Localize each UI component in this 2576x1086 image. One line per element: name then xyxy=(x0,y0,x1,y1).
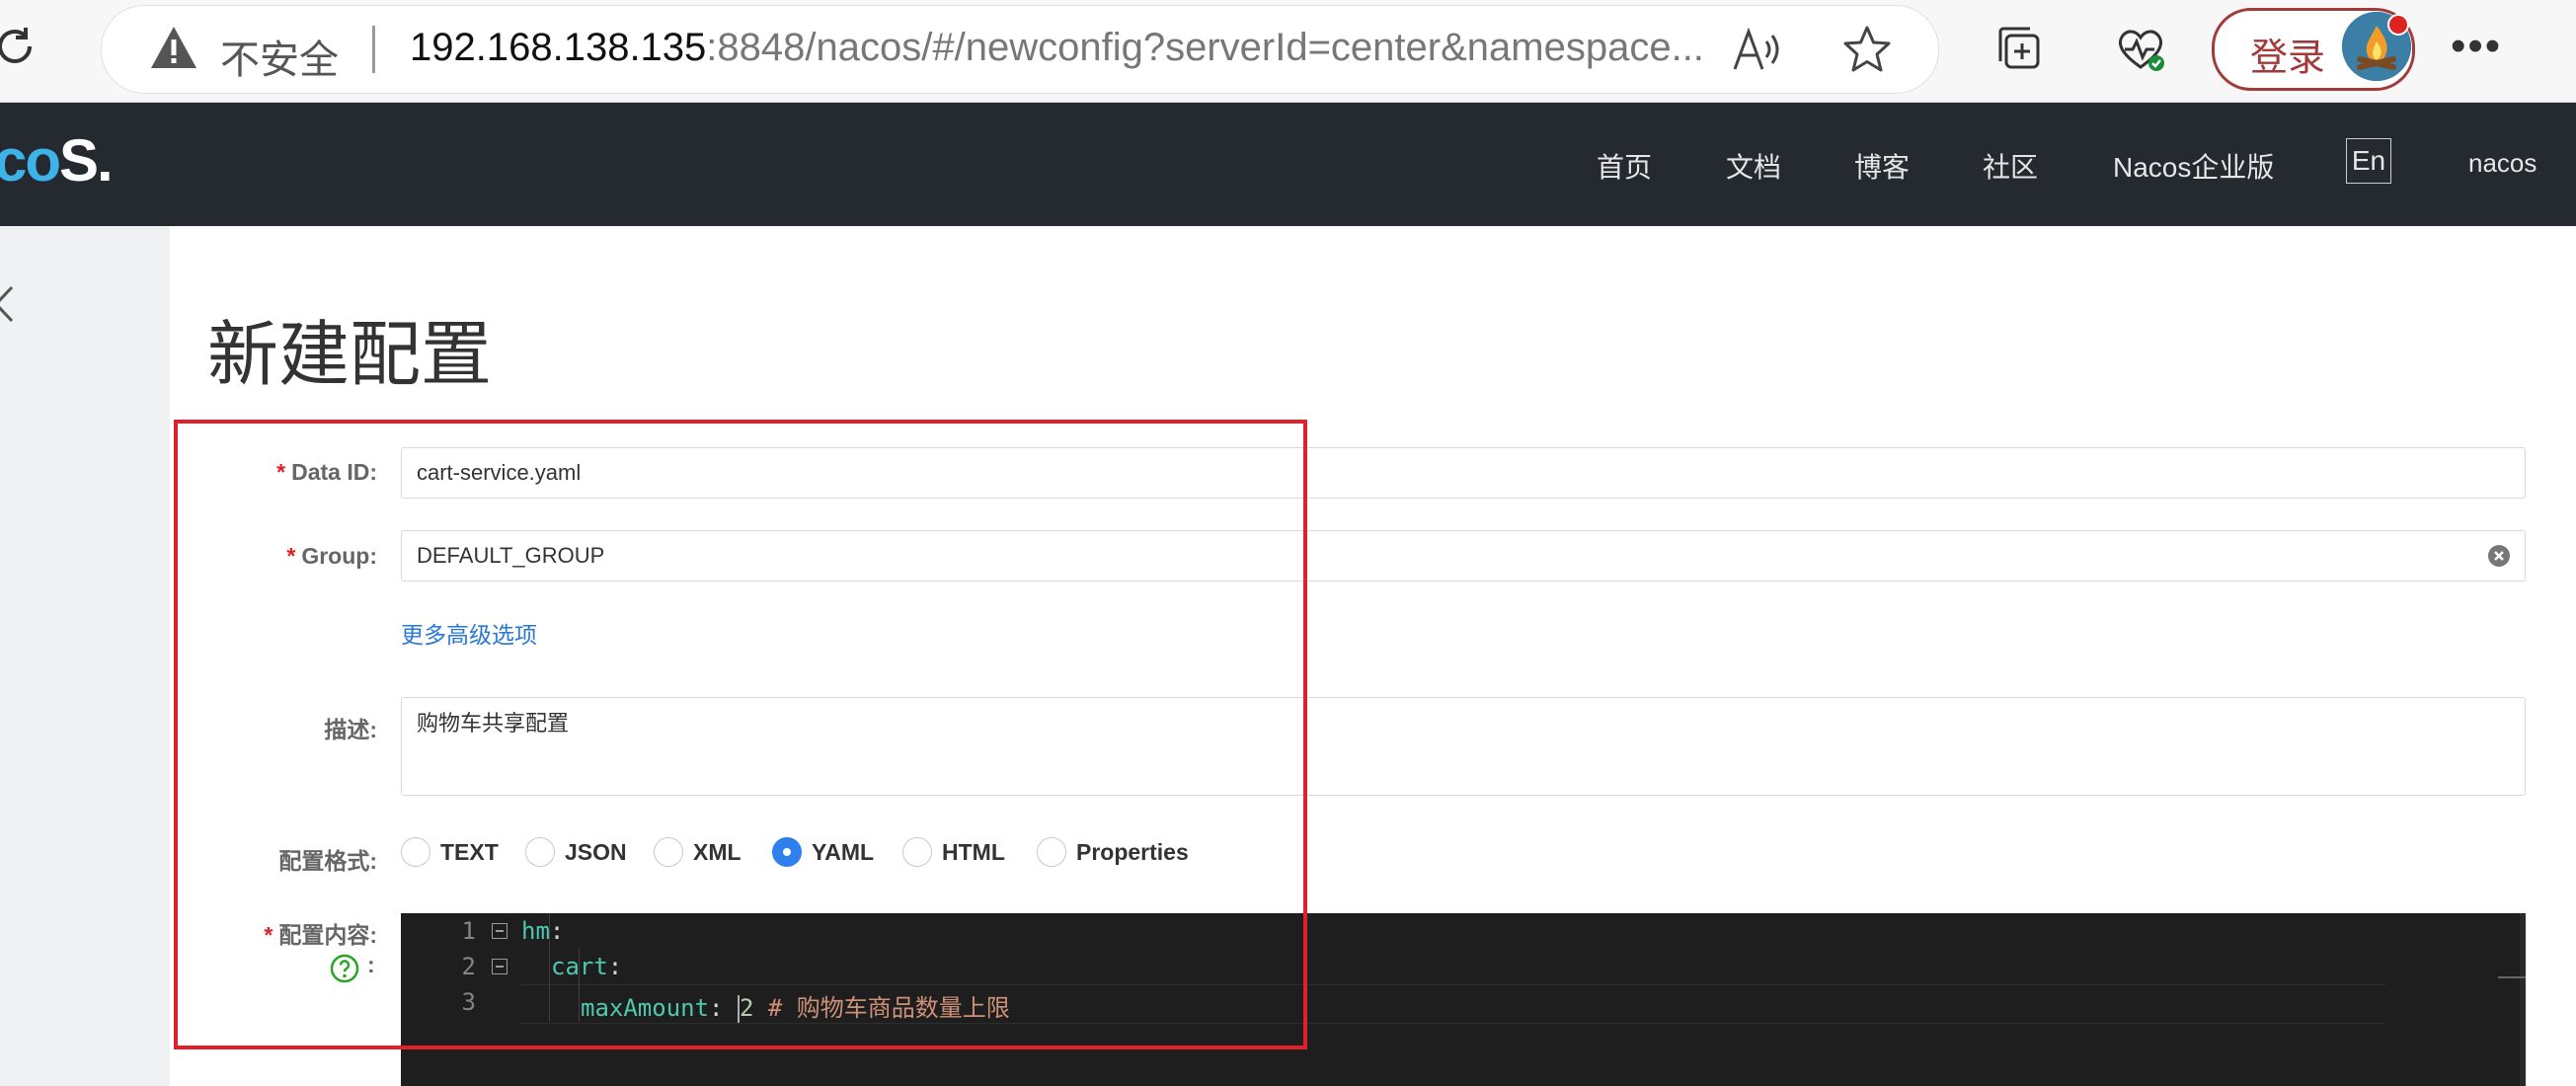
read-aloud-icon[interactable] xyxy=(1729,24,1782,77)
radio-circle xyxy=(401,837,430,867)
yaml-key: cart xyxy=(551,953,608,980)
yaml-colon: : xyxy=(549,917,565,945)
yaml-colon: : xyxy=(709,994,738,1022)
radio-label: HTML xyxy=(942,838,1005,865)
radio-label: TEXT xyxy=(440,838,499,865)
yaml-key: hm xyxy=(521,917,550,945)
security-label[interactable]: 不安全 xyxy=(220,28,339,85)
logo-prefix: co xyxy=(0,127,61,194)
content-label-text: 配置内容: xyxy=(278,922,377,948)
sidebar xyxy=(0,226,170,1086)
radio-circle xyxy=(902,837,932,867)
browser-essentials-icon[interactable] xyxy=(2113,22,2168,77)
format-option-properties[interactable]: Properties xyxy=(1037,835,1189,869)
description-label: 描述: xyxy=(324,717,377,742)
browser-toolbar: 不安全 192.168.138.135:8848/nacos/#/newconf… xyxy=(0,0,2576,103)
editor-scrollbar[interactable] xyxy=(2520,913,2526,1086)
yaml-key: maxAmount xyxy=(581,994,710,1022)
address-bar[interactable]: 不安全 192.168.138.135:8848/nacos/#/newconf… xyxy=(101,5,1939,94)
notification-dot xyxy=(2387,14,2409,36)
group-label-text: Group: xyxy=(301,543,377,569)
code-editor[interactable]: 1 hm: 2 cart: 3 maxAmount: 2 # 购物车商品数量上限 xyxy=(401,913,2526,1086)
group-label: * Group: xyxy=(160,543,377,570)
format-option-json[interactable]: JSON xyxy=(525,835,627,869)
code-line-2: cart: xyxy=(551,953,622,980)
nav-enterprise[interactable]: Nacos企业版 xyxy=(2113,146,2274,186)
radio-label: Properties xyxy=(1076,838,1189,865)
reload-icon[interactable] xyxy=(0,18,43,75)
radio-circle xyxy=(654,837,683,867)
url-path: :8848/nacos/#/newconfig?serverId=center&… xyxy=(706,26,1704,69)
nav-blog[interactable]: 博客 xyxy=(1854,146,1910,186)
warning-icon xyxy=(151,27,196,68)
yaml-comment: # 购物车商品数量上限 xyxy=(753,994,1010,1022)
format-option-yaml[interactable]: YAML xyxy=(772,835,874,869)
content-label: * 配置内容: xyxy=(160,916,377,950)
required-mark: * xyxy=(264,922,273,948)
url-host: 192.168.138.135 xyxy=(410,26,707,69)
nav-community[interactable]: 社区 xyxy=(1983,146,2038,186)
description-textarea[interactable]: 购物车共享配置 xyxy=(401,697,2526,796)
nacos-logo[interactable]: coS. xyxy=(0,126,114,194)
help-icon[interactable] xyxy=(330,954,359,983)
format-option-text[interactable]: TEXT xyxy=(401,835,499,869)
address-separator xyxy=(372,26,375,73)
logo-suffix: S. xyxy=(59,127,114,194)
login-label: 登录 xyxy=(2250,38,2326,79)
advanced-options-link[interactable]: 更多高级选项 xyxy=(401,616,537,650)
scrollbar-marker xyxy=(2498,976,2526,978)
radio-label: XML xyxy=(693,838,742,865)
group-input[interactable]: DEFAULT_GROUP xyxy=(401,530,2526,582)
data-id-input[interactable]: cart-service.yaml xyxy=(401,447,2526,499)
fold-toggle-icon[interactable] xyxy=(492,923,507,939)
code-line-1: hm: xyxy=(521,917,564,945)
nav-docs[interactable]: 文档 xyxy=(1726,146,1781,186)
more-options-icon[interactable]: ••• xyxy=(2451,22,2502,71)
user-name[interactable]: nacos xyxy=(2468,148,2537,179)
yaml-colon: : xyxy=(607,953,623,980)
radio-label: JSON xyxy=(565,838,627,865)
required-mark: * xyxy=(276,459,286,485)
format-label: 配置格式: xyxy=(278,848,377,874)
data-id-label: * Data ID: xyxy=(160,459,377,486)
help-colon: : xyxy=(367,952,375,977)
line-number: 3 xyxy=(461,988,476,1016)
radio-label: YAML xyxy=(812,838,875,865)
line-number: 2 xyxy=(461,953,476,980)
code-line-3: maxAmount: 2 # 购物车商品数量上限 xyxy=(581,988,1010,1023)
app-header: coS. 首页 文档 博客 社区 Nacos企业版 En nacos xyxy=(0,103,2576,226)
page-title: 新建配置 xyxy=(207,316,493,395)
favorite-star-icon[interactable] xyxy=(1841,24,1893,75)
line-number: 1 xyxy=(461,917,476,945)
radio-circle xyxy=(525,837,555,867)
required-mark: * xyxy=(286,543,296,569)
collections-icon[interactable] xyxy=(1992,22,2048,77)
url-text[interactable]: 192.168.138.135:8848/nacos/#/newconfig?s… xyxy=(410,26,1704,70)
format-option-xml[interactable]: XML xyxy=(654,835,742,869)
data-id-label-text: Data ID: xyxy=(291,459,377,485)
group-value: DEFAULT_GROUP xyxy=(417,543,605,568)
chevron-left-icon[interactable] xyxy=(0,279,30,329)
format-option-html[interactable]: HTML xyxy=(902,835,1005,869)
radio-circle xyxy=(1037,837,1066,867)
language-switch[interactable]: En xyxy=(2346,138,2391,184)
clear-icon[interactable] xyxy=(2487,544,2511,568)
yaml-value: 2 xyxy=(739,994,754,1022)
radio-circle-checked xyxy=(772,837,802,867)
fold-toggle-icon[interactable] xyxy=(492,959,507,974)
nav-home[interactable]: 首页 xyxy=(1597,146,1652,186)
